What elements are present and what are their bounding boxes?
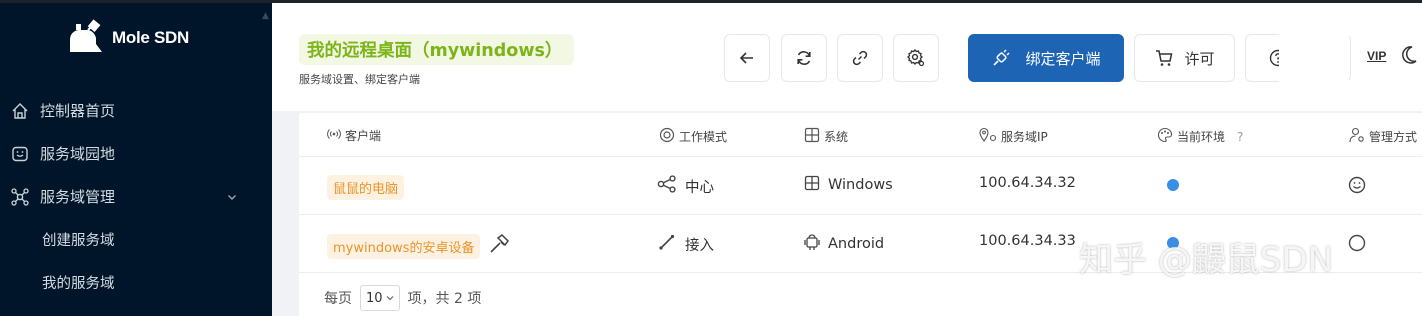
mole-logo-icon bbox=[70, 19, 102, 52]
app-logo[interactable]: Mole SDN bbox=[66, 17, 189, 59]
sidebar-item-my-domains[interactable]: 我的服务域 bbox=[0, 261, 272, 304]
sidebar-item-label: 服务域管理 bbox=[40, 188, 116, 206]
column-domain-ip: 服务域IP bbox=[979, 127, 1048, 146]
bind-client-button[interactable]: 绑定客户端 bbox=[968, 34, 1124, 82]
user-gear-icon bbox=[1349, 127, 1365, 146]
sidebar-item-label: 服务域园地 bbox=[40, 145, 116, 163]
license-label: 许可 bbox=[1184, 49, 1215, 68]
share-icon bbox=[657, 175, 677, 197]
chat-icon bbox=[10, 144, 30, 164]
table-row[interactable]: 鼠鼠的电脑 中心 Windows 100.64.34.32 bbox=[299, 157, 1422, 215]
mode-text: 中心 bbox=[685, 179, 714, 196]
bind-client-label: 绑定客户端 bbox=[1025, 49, 1101, 68]
column-current-env: 当前环境 ? bbox=[1157, 127, 1243, 146]
sidebar-item-domain-garden[interactable]: 服务域园地 bbox=[0, 132, 272, 175]
refresh-button[interactable] bbox=[781, 34, 827, 82]
smile-icon[interactable] bbox=[1347, 233, 1367, 257]
moon-icon[interactable] bbox=[1400, 45, 1418, 69]
overlay-block bbox=[1279, 7, 1349, 87]
page-subtitle: 服务域设置、绑定客户端 bbox=[299, 73, 420, 86]
sidebar-menu: 控制器首页 服务域园地 服务域管理 创建服务域 我的服务域 bbox=[0, 89, 272, 304]
client-name-tag[interactable]: mywindows的安卓设备 bbox=[327, 233, 481, 259]
title-block: 我的远程桌面（mywindows） 服务域设置、绑定客户端 bbox=[299, 34, 575, 87]
system-text: Windows bbox=[828, 177, 893, 193]
system-cell: Windows bbox=[804, 175, 893, 195]
cart-icon bbox=[1156, 50, 1173, 66]
mode-cell: 接入 bbox=[657, 233, 714, 255]
sidebar-item-label: 我的服务域 bbox=[42, 276, 115, 292]
sidebar-item-controller-home[interactable]: 控制器首页 bbox=[0, 89, 272, 132]
location-icon bbox=[979, 127, 997, 146]
table-header: 客户端 工作模式 系统 服务域IP 当前环境 ? 管理方式 bbox=[299, 113, 1422, 157]
sidebar-item-label: 创建服务域 bbox=[42, 233, 115, 249]
scroll-up-arrow-icon[interactable]: ▲ bbox=[262, 11, 269, 21]
total-text: 项，共 2 项 bbox=[407, 291, 482, 307]
page-title: 我的远程桌面（mywindows） bbox=[299, 34, 575, 65]
column-system: 系统 bbox=[804, 127, 848, 146]
ip-text: 100.64.34.33 bbox=[979, 233, 1076, 249]
windows-icon bbox=[804, 175, 820, 195]
link-button[interactable] bbox=[837, 34, 883, 82]
app-name: Mole SDN bbox=[112, 28, 189, 47]
ip-text: 100.64.34.32 bbox=[979, 175, 1076, 191]
manage-cell bbox=[1347, 175, 1367, 199]
vip-badge[interactable]: VIP bbox=[1367, 49, 1386, 63]
manage-cell bbox=[1347, 233, 1367, 257]
arrow-left-icon bbox=[739, 52, 753, 64]
page-header: 我的远程桌面（mywindows） 服务域设置、绑定客户端 绑定客户端 许可 帮… bbox=[272, 3, 1422, 111]
hammer-icon[interactable] bbox=[488, 233, 510, 259]
env-cell bbox=[1167, 179, 1179, 191]
smile-icon[interactable] bbox=[1347, 175, 1367, 199]
link-icon bbox=[852, 50, 868, 66]
back-button[interactable] bbox=[724, 34, 770, 82]
home-icon bbox=[10, 101, 30, 121]
system-cell: Android bbox=[804, 233, 884, 255]
mode-text: 接入 bbox=[685, 237, 714, 254]
ip-cell: 100.64.34.33 bbox=[979, 233, 1076, 249]
target-icon bbox=[659, 127, 675, 146]
system-text: Android bbox=[828, 236, 885, 252]
android-icon bbox=[804, 233, 820, 255]
sidebar-item-create-domain[interactable]: 创建服务域 bbox=[0, 218, 272, 261]
zhihu-watermark: 知乎 @鼹鼠SDN bbox=[1079, 240, 1334, 280]
refresh-icon bbox=[797, 51, 811, 65]
env-help-icon[interactable]: ? bbox=[1237, 130, 1243, 144]
column-client: 客户端 bbox=[327, 127, 381, 144]
signal-icon bbox=[327, 127, 341, 144]
settings-button[interactable] bbox=[893, 34, 939, 82]
sidebar: ▲ Mole SDN 控制器首页 服务域园地 服务域管理 创建服务域 我的服务域 bbox=[0, 3, 272, 316]
palette-icon bbox=[1157, 127, 1173, 146]
sidebar-item-label: 控制器首页 bbox=[40, 102, 116, 120]
license-button[interactable]: 许可 bbox=[1134, 34, 1235, 82]
window-icon bbox=[804, 127, 820, 146]
ip-cell: 100.64.34.32 bbox=[979, 175, 1076, 191]
gear-icon bbox=[907, 49, 925, 67]
link-icon bbox=[657, 233, 677, 255]
plug-icon bbox=[993, 49, 1011, 66]
page-size-select[interactable]: 10 bbox=[360, 285, 400, 311]
sidebar-item-domain-management[interactable]: 服务域管理 bbox=[0, 175, 272, 218]
client-cell: mywindows的安卓设备 bbox=[327, 233, 510, 259]
client-cell: 鼠鼠的电脑 bbox=[327, 175, 405, 200]
clients-table: 客户端 工作模式 系统 服务域IP 当前环境 ? 管理方式 鼠鼠的电脑 中心 W… bbox=[299, 113, 1422, 316]
chevron-down-icon bbox=[386, 296, 393, 301]
column-management: 管理方式 bbox=[1349, 127, 1417, 146]
pagination: 每页 10 项，共 2 项 bbox=[324, 285, 481, 311]
per-page-label: 每页 bbox=[324, 291, 352, 307]
client-name-tag[interactable]: 鼠鼠的电脑 bbox=[327, 175, 405, 200]
column-work-mode: 工作模式 bbox=[659, 127, 727, 146]
cluster-icon bbox=[10, 187, 30, 207]
env-status-dot bbox=[1167, 179, 1179, 191]
chevron-down-icon bbox=[226, 189, 238, 207]
mode-cell: 中心 bbox=[657, 175, 714, 197]
